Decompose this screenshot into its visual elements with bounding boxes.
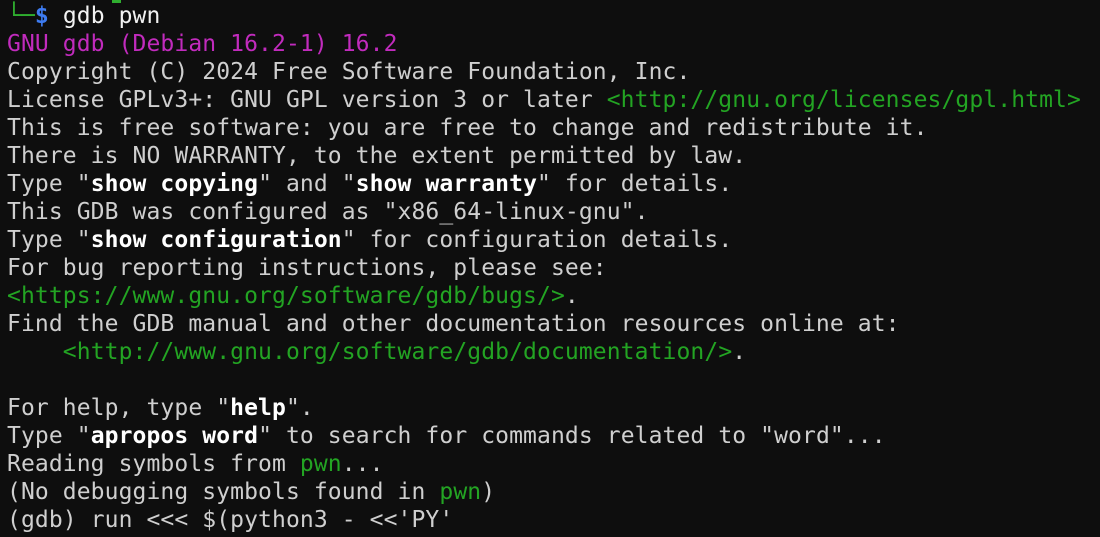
text-segment: " and " [258, 171, 356, 197]
copyright-line: Copyright (C) 2024 Free Software Foundat… [7, 58, 1100, 86]
text-segment: License GPLv3+: GNU GPL version 3 or lat… [7, 87, 607, 113]
text-segment: Reading symbols from [7, 451, 300, 477]
text-segment: ... [341, 451, 384, 477]
text-segment [7, 339, 63, 365]
warranty-line: There is NO WARRANTY, to the extent perm… [7, 142, 1100, 170]
text-segment: . [564, 283, 579, 309]
typed-command: gdb pwn [62, 3, 161, 29]
apropos-command: apropos word [90, 423, 259, 449]
text-segment: Type " [7, 227, 91, 253]
documentation-url-link[interactable]: <http://www.gnu.org/software/gdb/documen… [63, 339, 732, 365]
apropos-line: Type "apropos word" to search for comman… [7, 422, 1100, 450]
prompt-dollar: $ [34, 3, 49, 29]
license-line: License GPLv3+: GNU GPL version 3 or lat… [7, 86, 1100, 114]
text-segment: . [732, 339, 747, 365]
help-command: help [230, 395, 286, 421]
text-segment: " for configuration details. [341, 227, 733, 253]
text-segment: " for details. [537, 171, 733, 197]
show-copying-line: Type "show copying" and "show warranty" … [7, 170, 1100, 198]
documentation-url-line: <http://www.gnu.org/software/gdb/documen… [7, 338, 1100, 366]
text-segment: Copyright (C) 2024 Free Software Foundat… [7, 59, 691, 85]
typed-command: run <<< $(python3 - <<'PY' [90, 507, 454, 533]
text-segment: ) [481, 479, 496, 505]
gdb-version-line: GNU gdb (Debian 16.2-1) 16.2 [7, 30, 1100, 58]
bugs-url-link[interactable]: <https://www.gnu.org/software/gdb/bugs/> [7, 283, 565, 309]
text-segment: For bug reporting instructions, please s… [7, 255, 607, 281]
manual-line: Find the GDB manual and other documentat… [7, 310, 1100, 338]
show-warranty-command: show warranty [355, 171, 538, 197]
show-copying-command: show copying [90, 171, 259, 197]
text-segment: " to search for commands related to "wor… [258, 423, 886, 449]
show-configuration-line: Type "show configuration" for configurat… [7, 226, 1100, 254]
gdb-version-text: GNU gdb (Debian 16.2-1) 16.2 [7, 31, 398, 57]
bug-reporting-line: For bug reporting instructions, please s… [7, 254, 1100, 282]
text-segment: Type " [7, 423, 91, 449]
free-software-line: This is free software: you are free to c… [7, 114, 1100, 142]
text-segment: ". [285, 395, 314, 421]
prompt-corner-icon: └─ [7, 3, 35, 29]
gdb-command-line: (gdb) run <<< $(python3 - <<'PY' [7, 506, 1100, 534]
text-segment: Find the GDB manual and other documentat… [7, 311, 900, 337]
gpl-url-link[interactable]: <http://gnu.org/licenses/gpl.html> [607, 87, 1081, 113]
text-segment: For help, type " [7, 395, 231, 421]
prompt-line: └─$ gdb pwn [7, 2, 1100, 30]
text-segment: (No debugging symbols found in [7, 479, 440, 505]
text-segment: This GDB was configured as "x86_64-linux… [7, 199, 649, 225]
text-segment: There is NO WARRANTY, to the extent perm… [7, 143, 747, 169]
help-line: For help, type "help". [7, 394, 1100, 422]
binary-name: pwn [439, 479, 482, 505]
text-segment: This is free software: you are free to c… [7, 115, 928, 141]
configured-line: This GDB was configured as "x86_64-linux… [7, 198, 1100, 226]
terminal-output: └─$ gdb pwn GNU gdb (Debian 16.2-1) 16.2 C… [7, 2, 1100, 534]
terminal-screen[interactable]: └─$ gdb pwn GNU gdb (Debian 16.2-1) 16.2 C… [0, 0, 1100, 537]
gdb-prompt: (gdb) [7, 507, 91, 533]
reading-symbols-line: Reading symbols from pwn... [7, 450, 1100, 478]
show-configuration-command: show configuration [90, 227, 342, 253]
binary-name: pwn [299, 451, 342, 477]
no-debug-symbols-line: (No debugging symbols found in pwn) [7, 478, 1100, 506]
text-segment [49, 3, 63, 29]
text-segment: Type " [7, 171, 91, 197]
bugs-url-line: <https://www.gnu.org/software/gdb/bugs/>… [7, 282, 1100, 310]
